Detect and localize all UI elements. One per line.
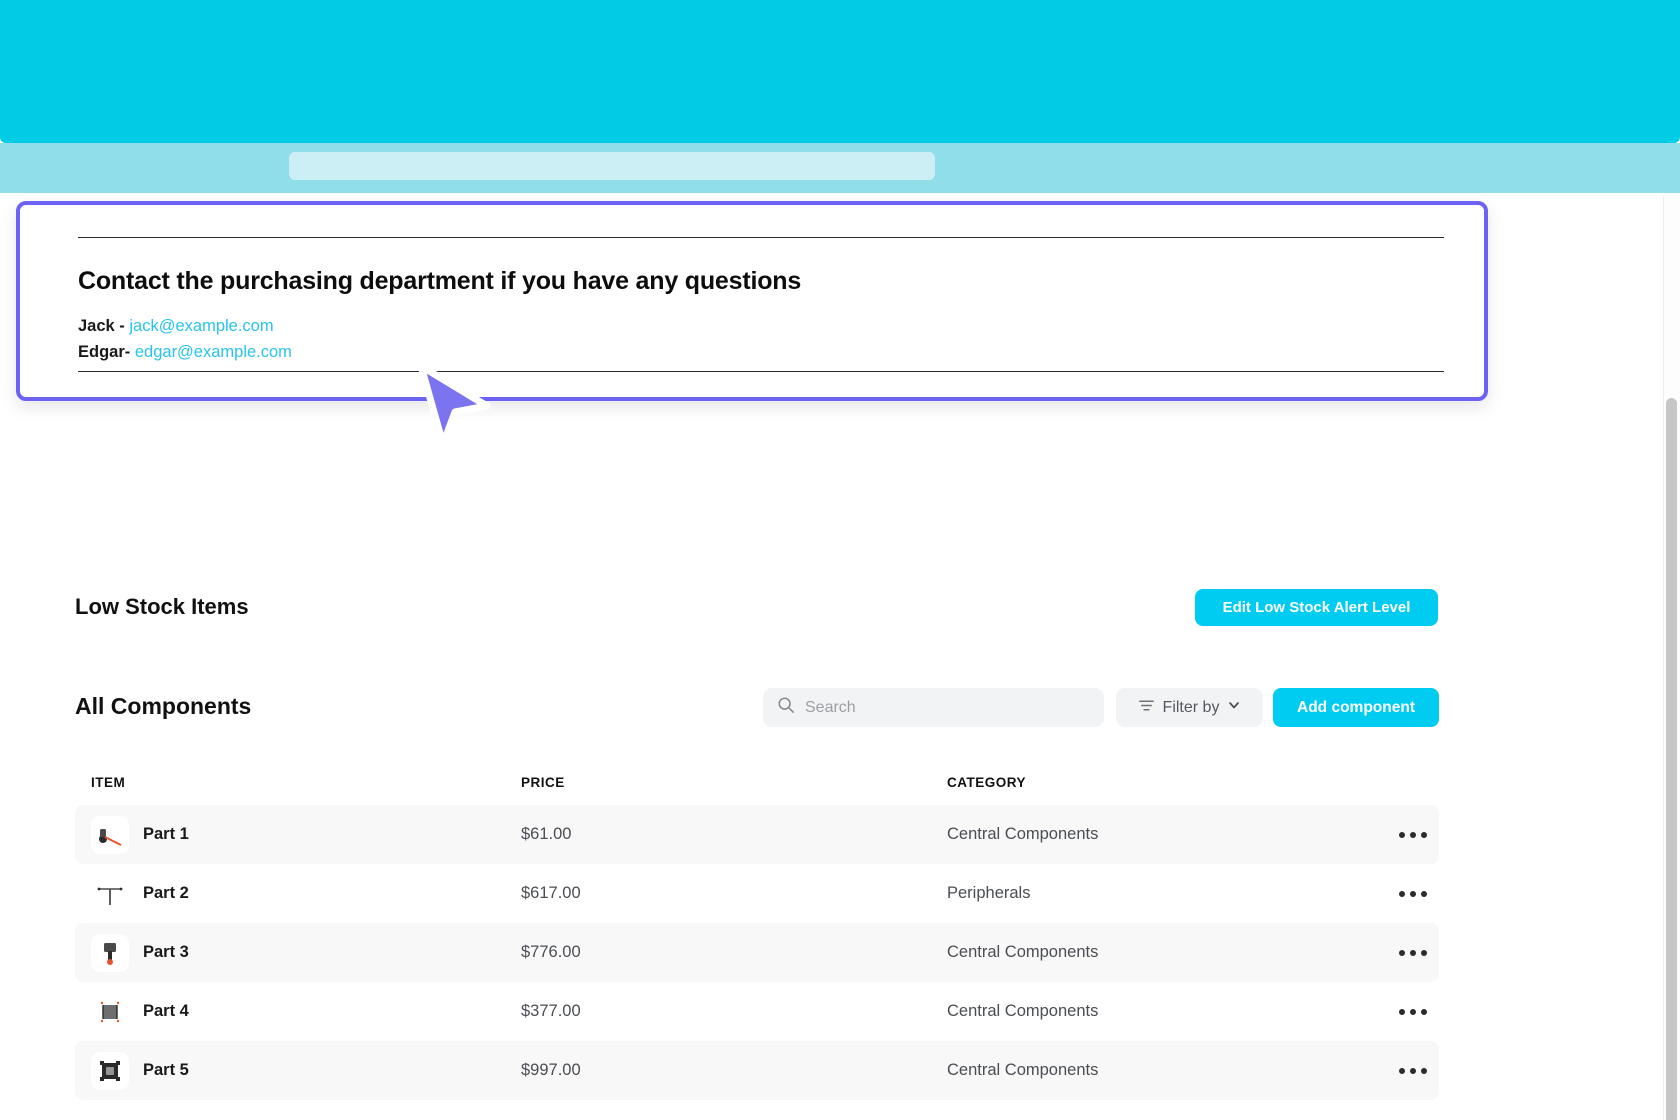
piston-part-thumbnail [91,933,129,972]
cell-price: $24.00 [521,1100,571,1120]
chevron-down-icon [1227,698,1241,717]
contact-email-jack[interactable]: jack@example.com [129,317,273,335]
filter-icon [1138,697,1155,719]
row-menu-button[interactable] [1391,982,1435,1041]
search-box[interactable] [763,688,1104,727]
contact-line-edgar: Edgar- edgar@example.com [78,343,292,362]
cell-category: Central Components [947,943,1099,961]
row-menu-button[interactable] [1391,1041,1435,1100]
item-name: Part 2 [143,884,189,902]
cell-item: Part 2 [91,864,189,923]
highlighted-callout-box: Contact the purchasing department if you… [16,201,1488,401]
item-name: Part 3 [143,943,189,961]
browser-header-bar [0,0,1680,143]
browser-url-bar[interactable] [289,152,935,180]
row-menu-button[interactable] [1391,1100,1435,1120]
cell-price: $617.00 [521,884,581,902]
cell-item: Part 3 [91,923,189,982]
table-row[interactable]: Part 3 $776.00 Central Components [75,923,1439,982]
column-header-item: ITEM [91,775,126,790]
column-header-price: PRICE [521,775,565,790]
callout-divider-top [78,237,1444,238]
pointer-cursor [413,362,493,453]
cell-item: Part 4 [91,982,189,1041]
pins-part-thumbnail [91,1110,129,1120]
ellipsis-icon [1399,949,1427,956]
item-name: Part 1 [143,825,189,843]
contact-line-jack: Jack - jack@example.com [78,317,274,336]
row-menu-button[interactable] [1391,864,1435,923]
t-bar-part-thumbnail [91,874,129,913]
vertical-scrollbar-thumb[interactable] [1666,398,1677,1120]
row-menu-button[interactable] [1391,923,1435,982]
cell-price: $776.00 [521,943,581,961]
cell-category: Connectors [947,1100,1031,1120]
search-input[interactable] [805,698,1085,717]
table-row[interactable]: Part 1 $61.00 Central Components [75,805,1439,864]
item-name: Part 4 [143,1002,189,1020]
cell-category: Central Components [947,1061,1099,1079]
all-components-heading: All Components [75,693,252,719]
ellipsis-icon [1399,1008,1427,1015]
vertical-scrollbar-track[interactable] [1663,196,1680,1120]
cell-price: $377.00 [521,1002,581,1020]
contact-email-edgar[interactable]: edgar@example.com [135,343,292,361]
callout-title: Contact the purchasing department if you… [78,267,802,295]
low-stock-items-heading: Low Stock Items [75,594,249,619]
contact-name-edgar: Edgar- [78,343,131,361]
cell-category: Peripherals [947,884,1031,902]
contact-name-jack: Jack - [78,317,125,335]
column-header-category: CATEGORY [947,775,1027,790]
ellipsis-icon [1399,831,1427,838]
cell-item: Part 1 [91,805,189,864]
callout-divider-bottom [78,371,1444,372]
ellipsis-icon [1399,890,1427,897]
app-root: Low Stock Items Edit Low Stock Alert Lev… [0,0,1680,1120]
hammer-part-thumbnail [91,815,129,854]
table-header-row: ITEM PRICE CATEGORY [75,771,1439,805]
bracket-part-thumbnail [91,1051,129,1090]
row-menu-button[interactable] [1391,805,1435,864]
components-table: ITEM PRICE CATEGORY Part 1 $61.00 Central … [75,771,1439,1120]
cell-price: $61.00 [521,825,572,843]
add-component-button[interactable]: Add component [1273,688,1439,727]
search-icon [777,696,795,719]
table-row[interactable]: Part 6 $24.00 Connectors [75,1100,1439,1120]
cell-item: Part 5 [91,1041,189,1100]
cell-category: Central Components [947,825,1099,843]
cell-category: Central Components [947,1002,1099,1020]
table-body: Part 1 $61.00 Central Components Part 2 $617… [75,805,1439,1120]
table-row[interactable]: Part 2 $617.00 Peripherals [75,864,1439,923]
item-name: Part 5 [143,1061,189,1079]
cell-price: $997.00 [521,1061,581,1079]
ellipsis-icon [1399,1067,1427,1074]
cell-item: Part 6 [91,1100,189,1120]
table-row[interactable]: Part 4 $377.00 Central Components [75,982,1439,1041]
table-row[interactable]: Part 5 $997.00 Central Components [75,1041,1439,1100]
filter-by-dropdown[interactable]: Filter by [1116,688,1263,727]
filter-by-label: Filter by [1162,698,1220,716]
frame-part-thumbnail [91,992,129,1031]
edit-low-stock-alert-level-button[interactable]: Edit Low Stock Alert Level [1195,589,1438,626]
